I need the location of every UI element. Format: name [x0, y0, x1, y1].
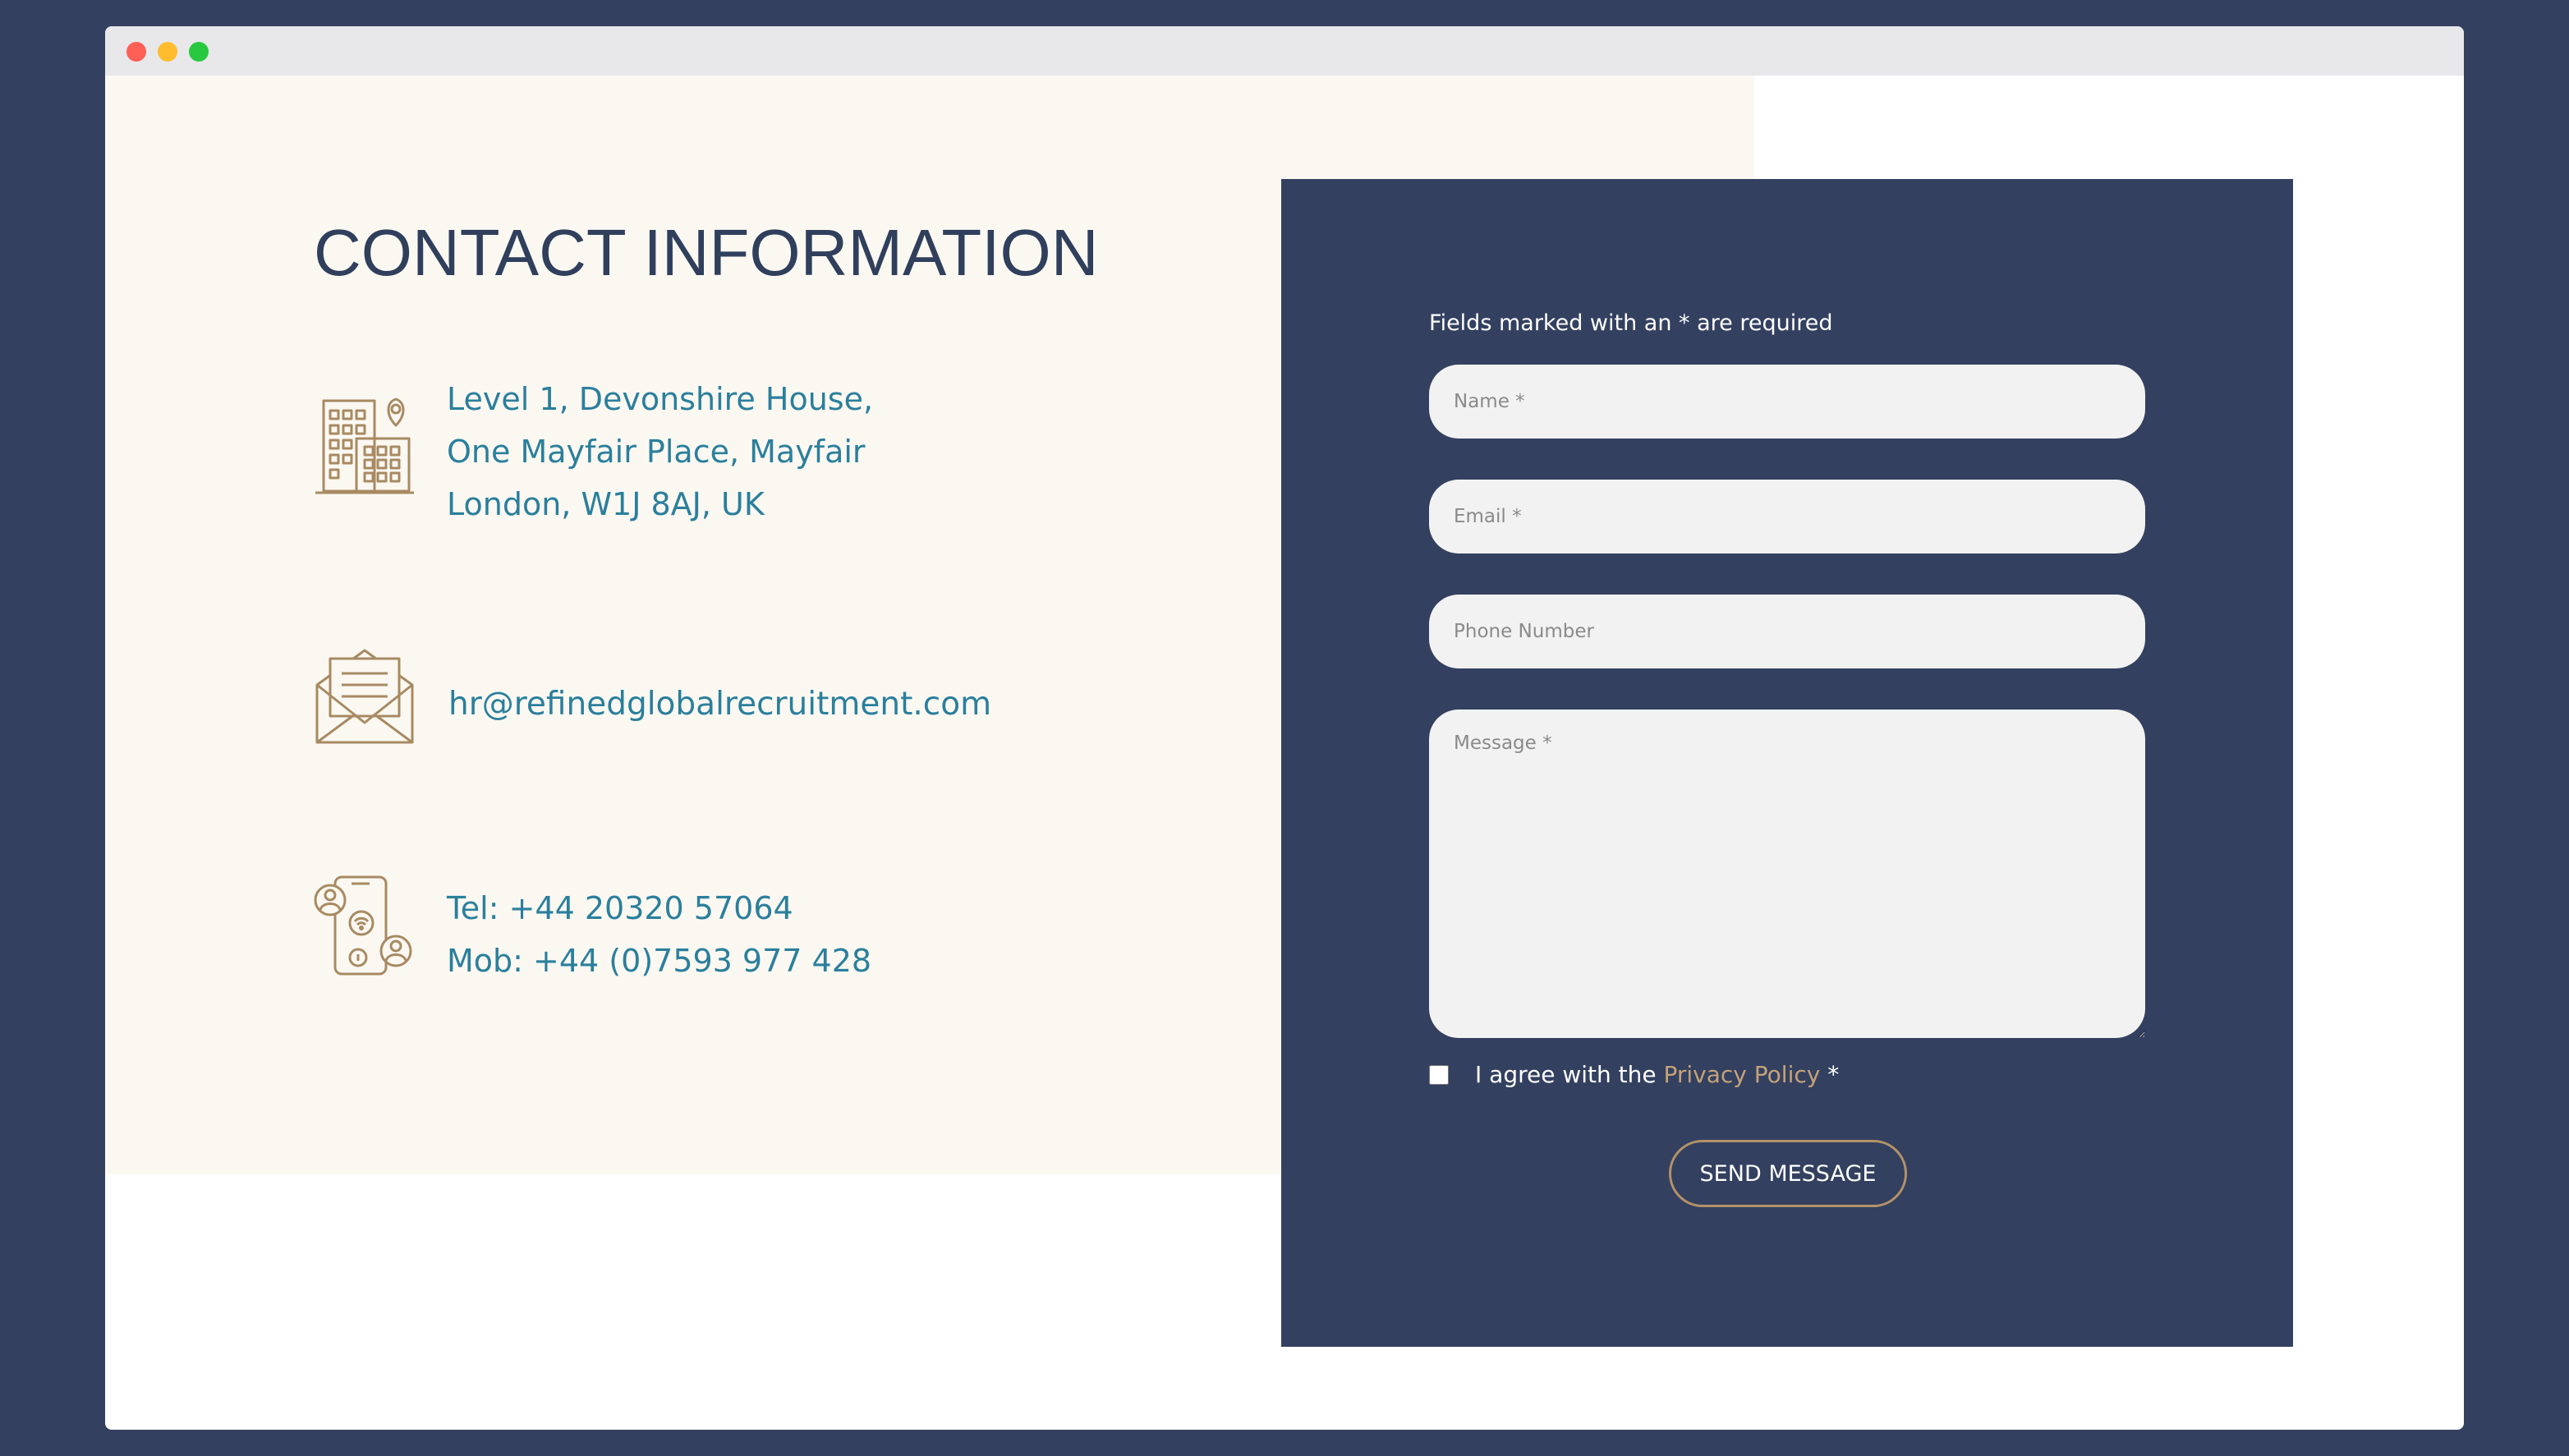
- agree-label: I agree with the Privacy Policy *: [1475, 1061, 1839, 1088]
- telephone-number[interactable]: Tel: +44 20320 57064: [447, 882, 871, 935]
- address-text: Level 1, Devonshire House, One Mayfair P…: [447, 373, 873, 530]
- address-line: London, W1J 8AJ, UK: [447, 486, 765, 522]
- maximize-window-button[interactable]: [189, 42, 209, 62]
- envelope-letter-icon: [315, 649, 414, 744]
- send-message-button[interactable]: SEND MESSAGE: [1669, 1140, 1907, 1207]
- agree-prefix: I agree with the: [1475, 1061, 1664, 1088]
- required-fields-note: Fields marked with an * are required: [1429, 310, 1833, 336]
- close-window-button[interactable]: [126, 42, 146, 62]
- minimize-window-button[interactable]: [158, 42, 177, 62]
- phone-numbers: Tel: +44 20320 57064 Mob: +44 (0)7593 97…: [447, 882, 871, 987]
- name-field[interactable]: [1429, 365, 2145, 439]
- phone-contacts-icon: [314, 875, 412, 976]
- email-link[interactable]: hr@refinedglobalrecruitment.com: [448, 678, 991, 731]
- page-title: CONTACT INFORMATION: [314, 216, 1099, 289]
- browser-window: CONTACT INFORMATION Level 1, Devonshire …: [105, 26, 2464, 1430]
- contact-form: Fields marked with an * are required I a…: [1281, 179, 2293, 1347]
- privacy-checkbox[interactable]: [1429, 1064, 1449, 1085]
- privacy-policy-link[interactable]: Privacy Policy: [1664, 1061, 1821, 1088]
- email-field[interactable]: [1429, 480, 2145, 553]
- address-line: One Mayfair Place, Mayfair: [447, 434, 866, 470]
- address-line: Level 1, Devonshire House,: [447, 381, 874, 417]
- agree-suffix: *: [1820, 1061, 1840, 1088]
- mobile-number[interactable]: Mob: +44 (0)7593 977 428: [447, 935, 871, 987]
- privacy-agreement[interactable]: I agree with the Privacy Policy *: [1429, 1061, 1839, 1088]
- phone-field[interactable]: [1429, 595, 2145, 668]
- building-location-icon: [315, 397, 414, 494]
- window-titlebar: [105, 26, 2464, 76]
- message-field[interactable]: [1429, 710, 2145, 1038]
